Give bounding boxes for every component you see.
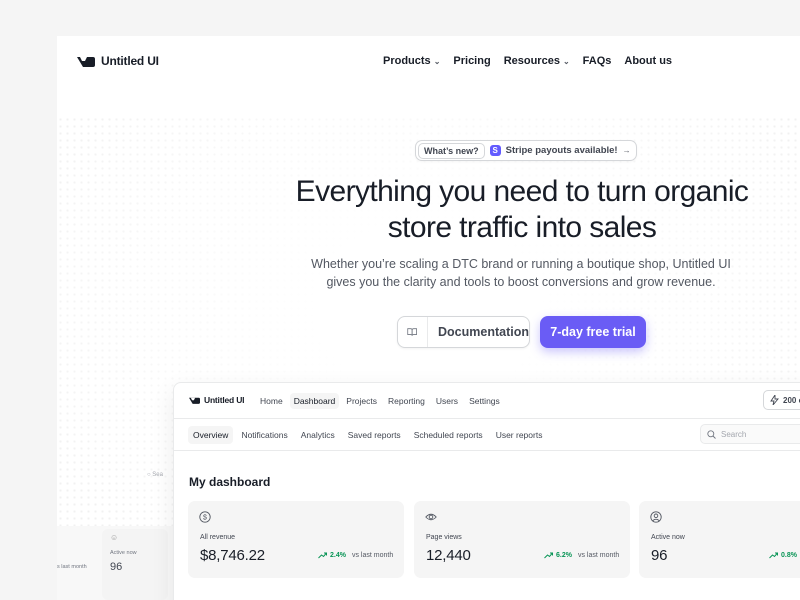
stat-label: All revenue — [200, 534, 236, 541]
brand-logo[interactable]: Untitled UI — [77, 54, 159, 68]
announcement-text: Stripe payouts available! — [505, 145, 618, 156]
svg-text:$: $ — [203, 514, 207, 521]
nav-products-label: Products — [383, 55, 431, 67]
stat-compare: vs last month — [577, 552, 620, 559]
user-icon — [650, 511, 662, 523]
stat-value: $8,746.22 — [200, 547, 265, 564]
main-nav: Products ⌄ Pricing Resources ⌄ FAQs About … — [383, 55, 672, 67]
nav-about-us[interactable]: About us — [624, 55, 672, 67]
nav-resources[interactable]: Resources ⌄ — [504, 55, 570, 67]
landing-page: Untitled UI Products ⌄ Pricing Resources ⌄… — [57, 36, 800, 600]
stripe-icon: S — [489, 145, 501, 156]
search-input[interactable] — [721, 429, 800, 439]
stat-card-active-now[interactable]: Active now 96 0.8% — [639, 501, 800, 578]
logo-mark-icon — [189, 397, 200, 404]
tab-overview[interactable]: Overview — [188, 426, 234, 444]
hero-title: Everything you need to turn organic stor… — [295, 175, 749, 244]
dashboard-nav-reporting[interactable]: Reporting — [384, 393, 429, 409]
background-card-value: 96 — [110, 561, 123, 573]
nav-faqs[interactable]: FAQs — [583, 55, 612, 67]
documentation-button[interactable]: Documentation — [397, 316, 530, 348]
stat-card-revenue[interactable]: $ All revenue $8,746.22 2.4% vs last mon… — [188, 501, 404, 578]
free-trial-button[interactable]: 7-day free trial — [540, 316, 646, 348]
tab-user-reports[interactable]: User reports — [491, 426, 548, 444]
dashboard-nav: Home Dashboard Projects Reporting Users … — [256, 393, 504, 409]
eye-icon — [425, 513, 437, 521]
nav-pricing[interactable]: Pricing — [453, 55, 490, 67]
dashboard-nav-home[interactable]: Home — [256, 393, 287, 409]
trend-up-icon — [318, 552, 327, 559]
chevron-down-icon: ⌄ — [562, 56, 570, 66]
dashboard-nav-users[interactable]: Users — [432, 393, 462, 409]
nav-about-label: About us — [624, 55, 673, 67]
dashboard-search[interactable] — [700, 424, 800, 444]
stat-trend: 6.2% vs last month — [544, 552, 619, 559]
stat-value: 12,440 — [426, 547, 471, 564]
stat-change: 2.4% — [330, 552, 346, 559]
tab-notifications[interactable]: Notifications — [236, 426, 292, 444]
tab-scheduled-reports[interactable]: Scheduled reports — [409, 426, 488, 444]
stat-trend: 2.4% vs last month — [318, 552, 393, 559]
dashboard-nav-dashboard[interactable]: Dashboard — [289, 393, 340, 409]
stat-value: 96 — [651, 547, 668, 564]
stat-label: Active now — [651, 534, 685, 541]
stat-compare: vs last month — [351, 552, 394, 559]
divider — [174, 418, 800, 419]
background-search-label: Sea — [152, 472, 163, 478]
trend-up-icon — [544, 552, 553, 559]
nav-resources-label: Resources — [503, 55, 560, 67]
button-divider — [427, 317, 429, 347]
divider — [174, 450, 800, 451]
dashboard-logo[interactable]: Untitled UI — [189, 395, 244, 405]
stat-card-page-views[interactable]: Page views 12,440 6.2% vs last month — [414, 501, 630, 578]
stat-change: 0.8% — [781, 552, 797, 559]
arrow-right-icon: → — [622, 146, 631, 155]
credits-label: 200 c — [783, 395, 800, 405]
stat-trend: 0.8% — [769, 552, 797, 559]
whats-new-badge: What’s new? — [418, 142, 485, 159]
stat-change: 6.2% — [556, 552, 572, 559]
lightning-icon — [770, 395, 779, 405]
hero-subtitle: Whether you’re scaling a DTC brand or ru… — [311, 257, 731, 289]
background-card-label: Active now — [110, 550, 137, 556]
brand-name: Untitled UI — [101, 54, 159, 68]
dollar-icon: $ — [199, 511, 211, 523]
stat-label: Page views — [426, 534, 462, 541]
nav-products[interactable]: Products ⌄ — [383, 55, 440, 67]
documentation-label: Documentation — [438, 325, 529, 339]
search-icon — [707, 429, 716, 439]
nav-faqs-label: FAQs — [582, 55, 612, 67]
trend-up-icon — [769, 552, 778, 559]
dashboard-brand-name: Untitled UI — [204, 395, 245, 405]
logo-mark-icon — [77, 56, 95, 67]
dashboard-nav-projects[interactable]: Projects — [342, 393, 381, 409]
user-icon: ☺ — [110, 533, 119, 542]
dashboard-nav-settings[interactable]: Settings — [465, 393, 504, 409]
tab-analytics[interactable]: Analytics — [296, 426, 340, 444]
credits-button[interactable]: 200 c — [763, 390, 800, 410]
dashboard-preview: Untitled UI Home Dashboard Projects Repo… — [173, 382, 800, 600]
background-card-compare: s last month — [57, 564, 87, 570]
chevron-down-icon: ⌄ — [433, 56, 441, 66]
tab-saved-reports[interactable]: Saved reports — [343, 426, 406, 444]
background-search-text: ○ Sea — [147, 472, 163, 478]
dashboard-title: My dashboard — [189, 475, 271, 489]
announcement-pill[interactable]: What’s new? S Stripe payouts available! … — [415, 140, 637, 161]
dashboard-tabs: Overview Notifications Analytics Saved r… — [188, 426, 547, 444]
nav-pricing-label: Pricing — [453, 55, 491, 67]
book-icon — [407, 328, 417, 336]
